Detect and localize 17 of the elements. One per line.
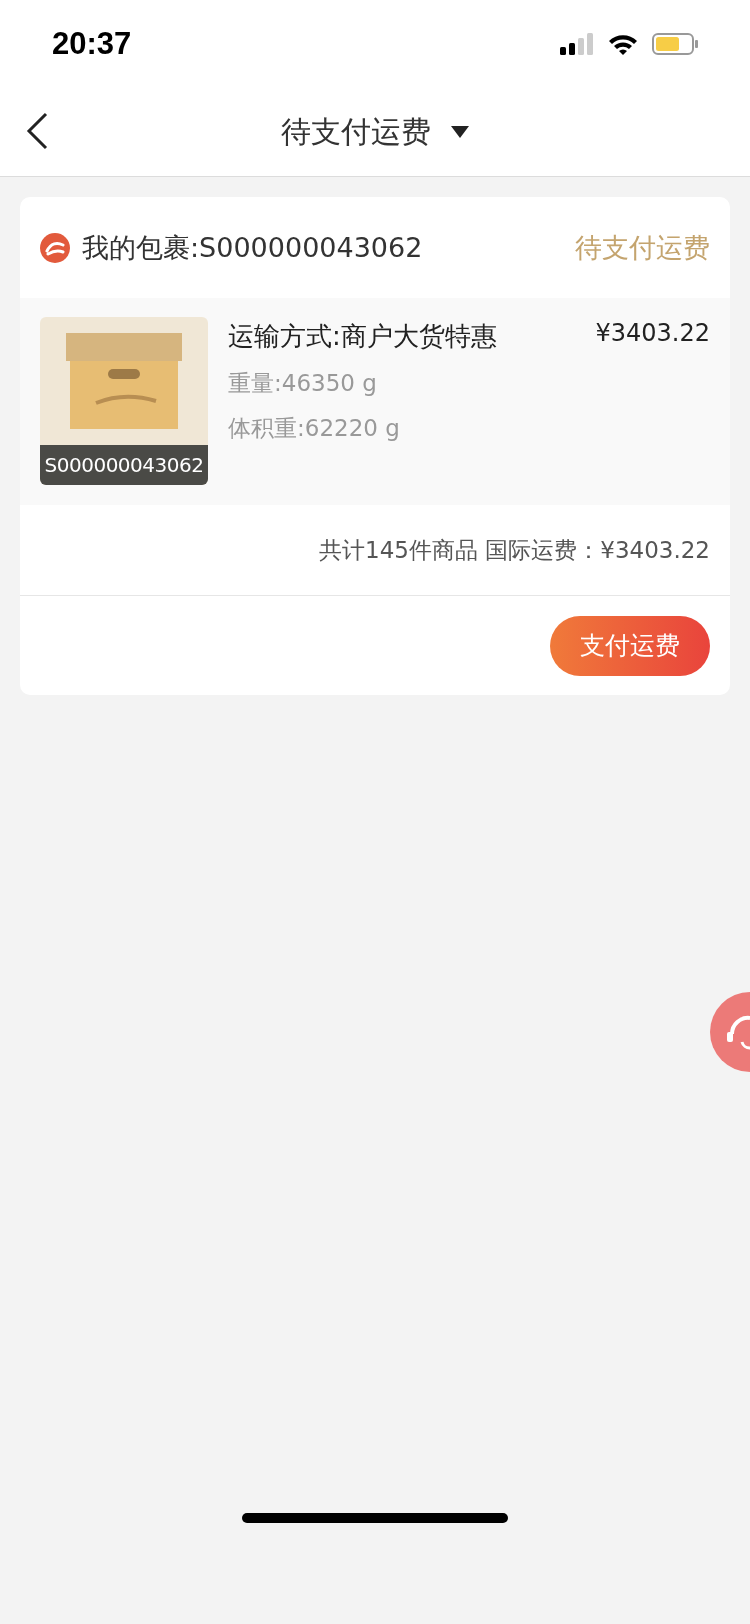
item-price: ¥3403.22 (595, 319, 710, 349)
shipping-method: 运输方式:商户大货特惠 (228, 320, 497, 353)
package-status: 待支付运费 (575, 230, 710, 265)
caret-icon (451, 126, 469, 138)
wifi-icon (608, 33, 638, 55)
signal-icon (560, 33, 594, 55)
logo-icon (40, 232, 70, 263)
volume-weight-text: 体积重:62220 g (228, 414, 401, 443)
weight-text: 重量:46350 g (228, 369, 378, 398)
package-code: S000000043062 (40, 445, 208, 485)
customer-service-icon[interactable] (710, 992, 750, 1072)
title-dropdown[interactable]: 待支付运费 (281, 111, 469, 153)
order-summary: 共计145件商品 国际运费：¥3403.22 (319, 535, 710, 565)
battery-icon (652, 33, 698, 55)
back-icon[interactable] (26, 112, 48, 150)
package-title: 我的包裹:S000000043062 (82, 230, 424, 265)
status-time: 20:37 (52, 26, 132, 62)
